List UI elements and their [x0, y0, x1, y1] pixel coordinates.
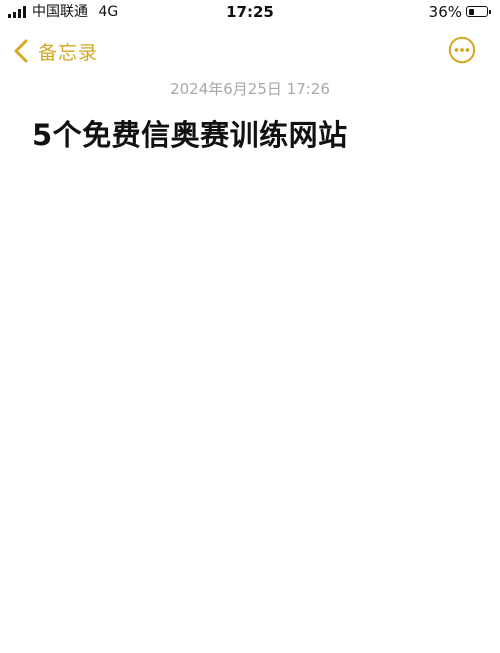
- note-date: 2024年6月25日 17:26: [170, 80, 330, 98]
- back-label: 备忘录: [38, 41, 99, 64]
- note-body-editor[interactable]: [32, 160, 468, 633]
- ellipsis-circle-icon[interactable]: [448, 36, 476, 64]
- battery-percentage: 36%: [428, 3, 462, 21]
- status-bar: 中国联通 4G 17:25 36%: [0, 0, 500, 24]
- back-button[interactable]: 备忘录: [12, 36, 98, 66]
- battery-icon: [466, 6, 491, 17]
- battery-fill: [468, 8, 475, 15]
- note-title[interactable]: 5个免费信奥赛训练网站: [32, 112, 348, 154]
- battery-cap: [489, 9, 491, 14]
- status-time: 17:25: [226, 3, 274, 21]
- chevron-left-icon: [14, 39, 28, 63]
- navigation-bar: 备忘录: [0, 30, 500, 74]
